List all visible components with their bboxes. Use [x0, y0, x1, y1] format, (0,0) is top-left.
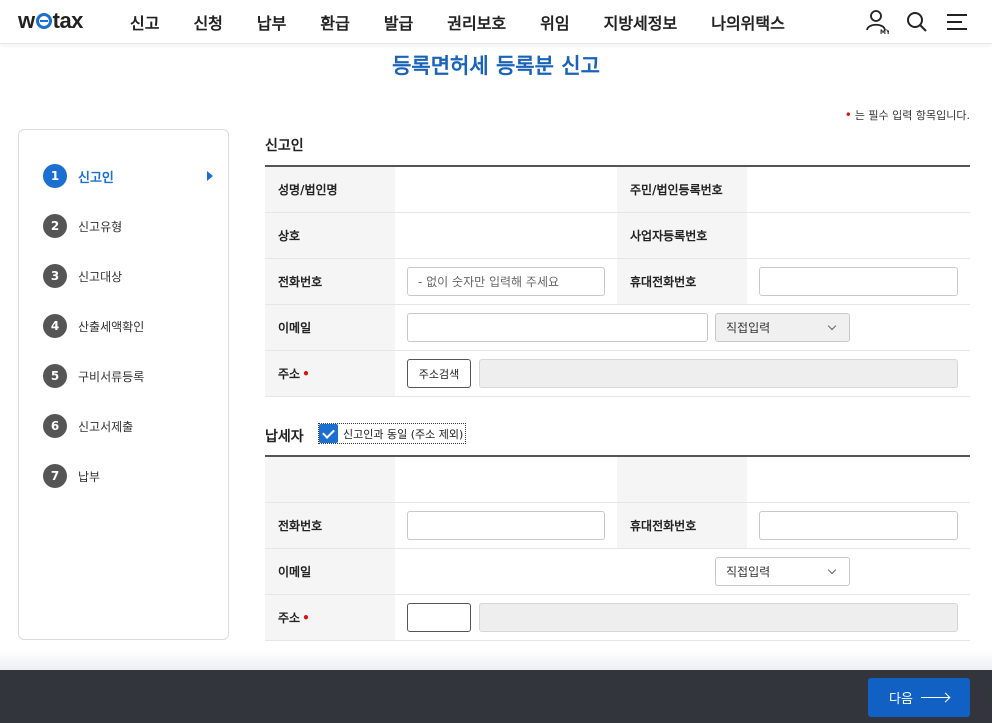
taxpayer-email-domain-value: 직접입력	[726, 565, 771, 579]
nav-menu-localtax-info[interactable]: 지방세정보	[587, 10, 695, 34]
nav-menu-rights[interactable]: 권리보호	[430, 10, 523, 34]
my-user-icon[interactable]: MY	[864, 8, 890, 36]
step-number: 7	[43, 464, 67, 488]
step-number: 5	[43, 364, 67, 388]
mobile-input[interactable]	[759, 267, 958, 296]
taxpayer-address-input	[479, 603, 958, 632]
wetax-logo[interactable]: w tax	[18, 8, 83, 34]
reporter-row-phone: 전화번호 - 없이 숫자만 입력해 주세요 휴대전화번호	[265, 259, 970, 305]
mobile-label: 휴대전화번호	[617, 259, 747, 304]
taxpayer-row-email: 이메일 직접입력	[265, 549, 970, 595]
hamburger-menu-icon[interactable]	[944, 8, 970, 36]
checkbox-checked-icon	[319, 424, 338, 443]
email-label: 이메일	[265, 305, 395, 350]
next-button[interactable]: 다음	[868, 678, 970, 717]
id-number-label: 주민/법인등록번호	[617, 167, 747, 212]
email-domain-value: 직접입력	[726, 321, 771, 335]
next-button-label: 다음	[889, 692, 913, 707]
reporter-row-address: 주소 • 주소검색	[265, 351, 970, 397]
step-nav: 1 신고인 2 신고유형 3 신고대상 4 산출세액확인 5 구비서류등록 6 …	[18, 129, 229, 640]
taxpayer-row-name	[265, 457, 970, 503]
step-number: 4	[43, 314, 67, 338]
nav-menu-pay[interactable]: 납부	[240, 10, 303, 34]
step-label: 신고서제출	[78, 419, 134, 434]
reporter-row-name: 성명/법인명 주민/법인등록번호	[265, 167, 970, 213]
page-title: 등록면허세 등록분 신고	[392, 54, 600, 78]
email-domain-select[interactable]: 직접입력	[715, 313, 850, 342]
taxpayer-email-domain-select[interactable]: 직접입력	[715, 557, 850, 586]
phone-label: 전화번호	[265, 259, 395, 304]
taxpayer-address-label-text: 주소	[278, 611, 301, 625]
required-note-text: 는 필수 입력 항목입니다.	[854, 109, 970, 122]
phone-input[interactable]: - 없이 숫자만 입력해 주세요	[407, 267, 605, 296]
taxpayer-phone-label: 전화번호	[265, 503, 395, 548]
step-reporter[interactable]: 1 신고인	[43, 163, 213, 189]
taxpayer-name-label	[265, 457, 395, 502]
step-label: 구비서류등록	[78, 369, 145, 384]
step-number: 1	[43, 164, 67, 188]
current-step-arrow-icon	[207, 171, 213, 181]
same-as-reporter-label: 신고인과 동일 (주소 제외)	[343, 427, 464, 441]
my-label: MY	[880, 29, 889, 35]
step-label: 산출세액확인	[78, 319, 145, 334]
taxpayer-section-title: 납세자	[265, 429, 304, 445]
nav-menu-my-wetax[interactable]: 나의위택스	[694, 10, 802, 34]
nav-menu-apply[interactable]: 신청	[176, 10, 239, 34]
step-report-target[interactable]: 3 신고대상	[43, 263, 213, 289]
step-label: 신고유형	[78, 219, 123, 234]
chevron-down-icon	[827, 565, 837, 575]
bottom-action-bar: 다음	[0, 670, 992, 723]
business-number-label: 사업자등록번호	[617, 213, 747, 258]
taxpayer-row-address: 주소 •	[265, 595, 970, 641]
address-label: 주소 •	[265, 351, 395, 396]
required-dot-icon: •	[302, 610, 310, 625]
reporter-row-trade: 상호 사업자등록번호	[265, 213, 970, 259]
required-note: • 는 필수 입력 항목입니다.	[845, 107, 970, 123]
taxpayer-row-phone: 전화번호 휴대전화번호	[265, 503, 970, 549]
nav-menu-report[interactable]: 신고	[113, 10, 176, 34]
nav-menu-issue[interactable]: 발급	[367, 10, 430, 34]
taxpayer-address-label: 주소 •	[265, 595, 395, 640]
email-input[interactable]	[407, 313, 708, 342]
step-tax-check[interactable]: 4 산출세액확인	[43, 313, 213, 339]
address-search-button[interactable]: 주소검색	[407, 359, 471, 388]
name-label: 성명/법인명	[265, 167, 395, 212]
reporter-row-email: 이메일 직접입력	[265, 305, 970, 351]
address-label-text: 주소	[278, 367, 301, 381]
step-label: 신고인	[78, 170, 114, 186]
same-as-reporter-checkbox[interactable]: 신고인과 동일 (주소 제외)	[318, 423, 467, 444]
taxpayer-form: 전화번호 휴대전화번호 이메일 직접입력 주소 •	[265, 455, 970, 641]
step-submit[interactable]: 6 신고서제출	[43, 413, 213, 439]
search-icon[interactable]	[904, 8, 930, 36]
step-number: 6	[43, 414, 67, 438]
taxpayer-mobile-label: 휴대전화번호	[617, 503, 747, 548]
step-documents[interactable]: 5 구비서류등록	[43, 363, 213, 389]
nav-menu-refund[interactable]: 환급	[303, 10, 366, 34]
required-dot-icon: •	[844, 108, 852, 122]
step-number: 3	[43, 264, 67, 288]
step-label: 신고대상	[78, 269, 123, 284]
taxpayer-id-label	[617, 457, 747, 502]
nav-menu-delegate[interactable]: 위임	[523, 10, 586, 34]
step-payment[interactable]: 7 납부	[43, 463, 213, 489]
reporter-section-title: 신고인	[265, 138, 304, 154]
chevron-down-icon	[827, 321, 837, 331]
taxpayer-address-search-button[interactable]	[407, 603, 471, 632]
global-nav: 신고 신청 납부 환급 발급 권리보호 위임 지방세정보 나의위택스	[113, 0, 802, 44]
reporter-form: 성명/법인명 주민/법인등록번호 상호 사업자등록번호 전화번호 - 없이 숫자…	[265, 165, 970, 397]
logo-e-mark	[35, 12, 52, 29]
arrow-right-icon	[920, 697, 949, 698]
required-dot-icon: •	[302, 366, 310, 381]
taxpayer-email-label: 이메일	[265, 549, 395, 594]
step-report-type[interactable]: 2 신고유형	[43, 213, 213, 239]
step-number: 2	[43, 214, 67, 238]
scroll-fade	[0, 650, 992, 670]
step-label: 납부	[78, 469, 101, 484]
trade-name-label: 상호	[265, 213, 395, 258]
top-header: w tax 신고 신청 납부 환급 발급 권리보호 위임 지방세정보 나의위택스 …	[0, 0, 992, 44]
taxpayer-mobile-input[interactable]	[759, 511, 958, 540]
address-input	[479, 359, 958, 388]
taxpayer-phone-input[interactable]	[407, 511, 605, 540]
